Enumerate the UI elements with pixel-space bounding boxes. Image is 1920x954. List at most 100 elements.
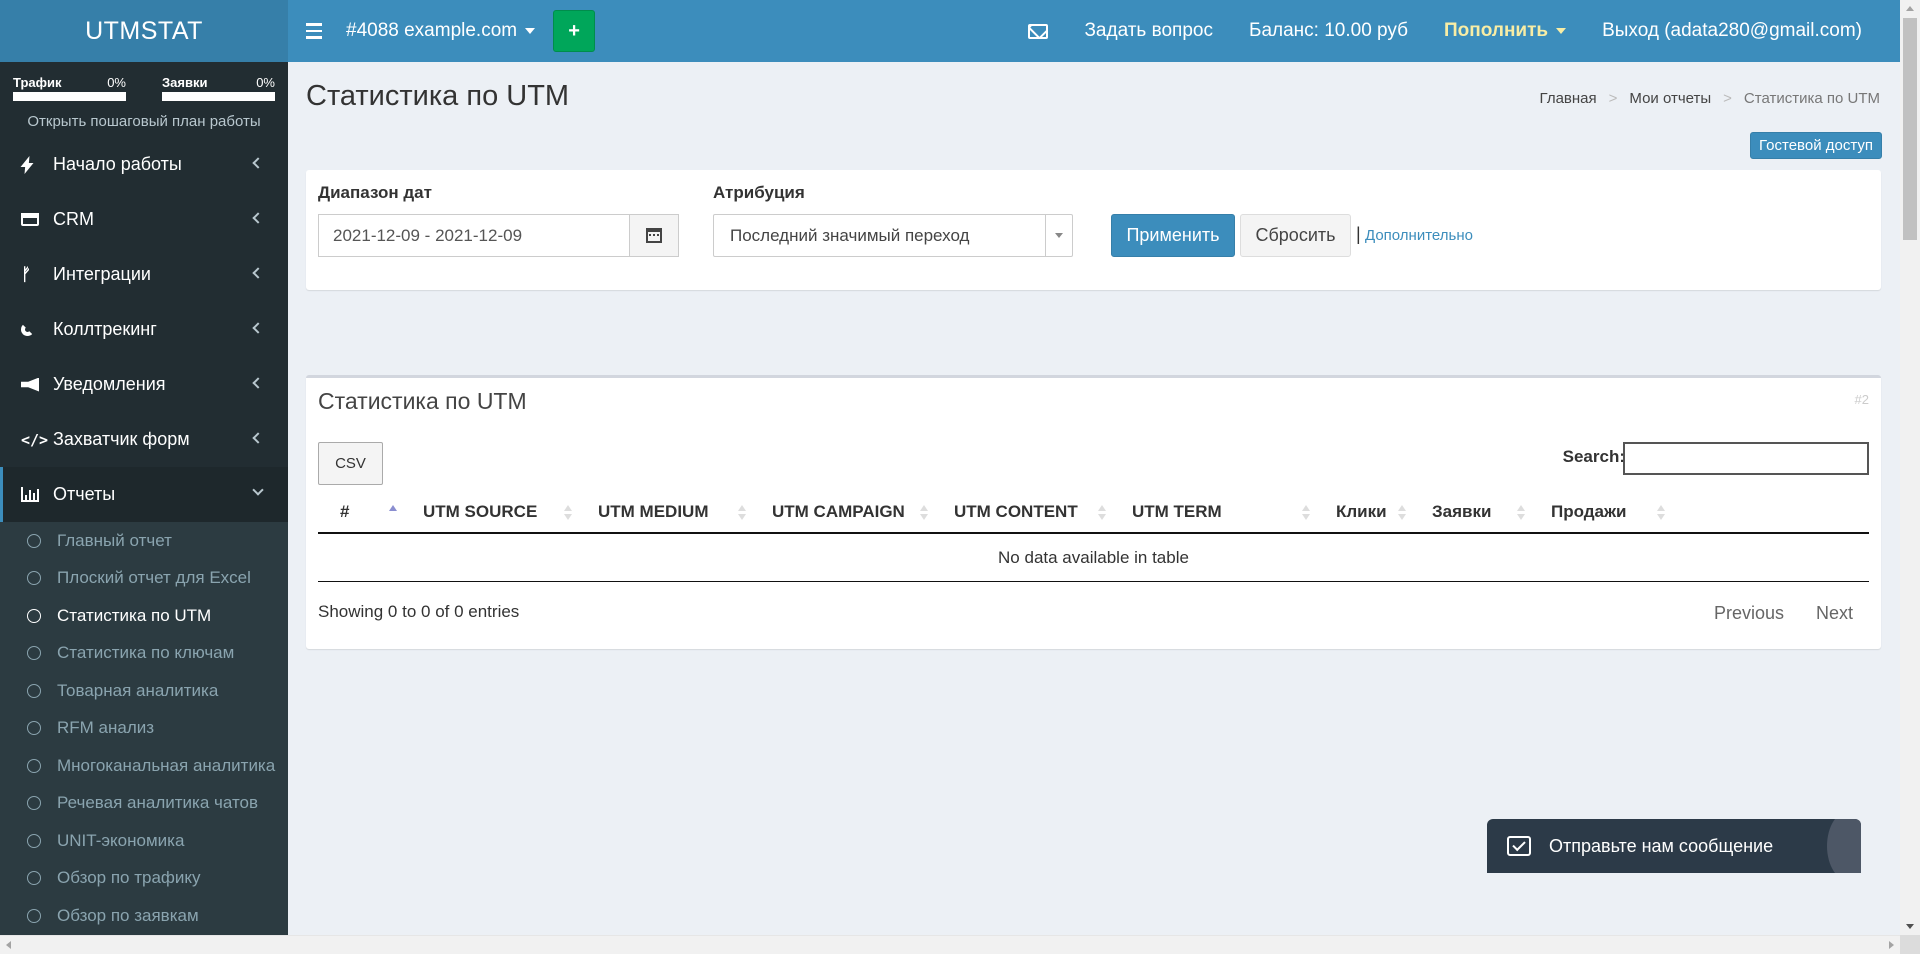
chevron-left-icon <box>252 157 264 169</box>
scroll-up-arrow-icon[interactable] <box>1906 6 1914 11</box>
circle-icon <box>27 758 41 773</box>
scroll-right-arrow-icon[interactable] <box>1889 941 1894 949</box>
reset-button[interactable]: Сбросить <box>1240 214 1351 257</box>
add-project-button[interactable]: + <box>553 10 596 52</box>
sort-icon <box>1517 505 1525 520</box>
progress-percent: 0% <box>107 75 126 90</box>
horizontal-scrollbar[interactable] <box>0 935 1900 954</box>
sort-icon <box>920 505 928 520</box>
caret-down-icon <box>525 28 536 34</box>
sidebar-item-reports[interactable]: Отчеты <box>0 467 288 522</box>
sidebar-item-label: CRM <box>53 209 94 229</box>
open-plan-link[interactable]: Открыть пошаговый план работы <box>0 113 288 133</box>
date-range-label: Диапазон дат <box>318 183 432 202</box>
previous-page-button[interactable]: Previous <box>1698 601 1800 626</box>
advanced-link[interactable]: Дополнительно <box>1365 227 1473 244</box>
breadcrumb-home[interactable]: Главная <box>1540 90 1597 107</box>
column-header-utm-content[interactable]: UTM CONTENT <box>932 491 1110 532</box>
attribution-select[interactable]: Последний значимый переход <box>713 214 1073 257</box>
breadcrumb-my-reports[interactable]: Мои отчеты <box>1629 90 1711 107</box>
circle-icon <box>27 796 41 811</box>
column-header-clicks[interactable]: Клики <box>1314 491 1410 532</box>
csv-export-button[interactable]: CSV <box>318 442 383 485</box>
submenu-item-label: RFM анализ <box>57 718 155 738</box>
logout-link[interactable]: Выход (adata280@gmail.com) <box>1584 0 1880 62</box>
column-header-number[interactable]: # <box>318 491 401 532</box>
calendar-button[interactable] <box>629 215 678 256</box>
column-header-sales[interactable]: Продажи <box>1529 491 1669 532</box>
submenu-item-keyword-stats[interactable]: Статистика по ключам <box>0 635 288 673</box>
sort-icon <box>1098 505 1106 520</box>
attribution-label: Атрибуция <box>713 183 805 202</box>
topup-dropdown[interactable]: Пополнить <box>1426 0 1584 62</box>
top-navbar: #4088 example.com + Задать вопрос Баланс… <box>288 0 1900 62</box>
sidebar-item-form-capture[interactable]: </> Захватчик форм <box>0 412 288 467</box>
project-selector[interactable]: #4088 example.com <box>346 20 536 42</box>
submenu-item-leads-overview[interactable]: Обзор по заявкам <box>0 897 288 935</box>
ask-question-link[interactable]: Задать вопрос <box>1066 0 1231 62</box>
submenu-item-unit-economics[interactable]: UNIT-экономика <box>0 822 288 860</box>
separator: | <box>1356 224 1361 244</box>
hamburger-menu-icon[interactable] <box>288 0 340 62</box>
vertical-scrollbar[interactable] <box>1900 0 1920 935</box>
guest-access-button[interactable]: Гостевой доступ <box>1750 132 1882 159</box>
date-range-value[interactable]: 2021-12-09 - 2021-12-09 <box>319 215 629 256</box>
next-page-button[interactable]: Next <box>1800 601 1869 626</box>
logo[interactable]: UTMSTAT <box>0 0 288 62</box>
chevron-left-icon <box>252 212 264 224</box>
balance-text: Баланс: 10.00 руб <box>1248 20 1408 41</box>
filter-box: Диапазон дат 2021-12-09 - 2021-12-09 Атр… <box>306 170 1881 290</box>
submenu-item-label: Многоканальная аналитика <box>57 755 276 775</box>
submenu-item-main-report[interactable]: Главный отчет <box>0 522 288 560</box>
box-title: Статистика по UTM <box>318 388 527 414</box>
column-label: # <box>340 501 350 521</box>
sidebar-item-integrations[interactable]: ᚠ Интеграции <box>0 247 288 302</box>
table-info: Showing 0 to 0 of 0 entries <box>318 602 520 621</box>
sidebar-item-getting-started[interactable]: Начало работы <box>0 137 288 192</box>
scroll-left-arrow-icon[interactable] <box>6 941 11 949</box>
submenu-item-label: Главный отчет <box>57 530 172 550</box>
chevron-left-icon <box>252 322 264 334</box>
box-number: #2 <box>1854 392 1869 407</box>
chat-widget[interactable]: Отправьте нам сообщение <box>1487 819 1861 873</box>
calendar-icon <box>646 228 662 243</box>
dropdown-arrow[interactable] <box>1045 215 1072 256</box>
caret-down-icon <box>1556 28 1567 34</box>
submenu-item-product-analytics[interactable]: Товарная аналитика <box>0 672 288 710</box>
apply-button[interactable]: Применить <box>1111 214 1235 257</box>
main-content: Статистика по UTM Главная > Мои отчеты >… <box>288 62 1900 935</box>
scrollbar-thumb[interactable] <box>1903 18 1917 240</box>
column-label: Клики <box>1336 501 1387 521</box>
submenu-item-multichannel[interactable]: Многоканальная аналитика <box>0 747 288 785</box>
chevron-down-icon <box>252 484 264 496</box>
reports-submenu: Главный отчет Плоский отчет для Excel Ст… <box>0 522 288 935</box>
submenu-item-traffic-overview[interactable]: Обзор по трафику <box>0 860 288 898</box>
circle-icon <box>27 908 41 923</box>
chevron-left-icon <box>252 377 264 389</box>
submenu-item-flat-report[interactable]: Плоский отчет для Excel <box>0 560 288 598</box>
sidebar-item-label: Начало работы <box>53 154 182 174</box>
submenu-item-label: Обзор по трафику <box>57 868 201 888</box>
messages-button[interactable] <box>1010 0 1066 62</box>
sidebar-item-label: Захватчик форм <box>53 429 190 449</box>
submenu-item-label: Статистика по ключам <box>57 643 235 663</box>
leads-progress: Заявки 0% <box>162 75 275 101</box>
column-label: UTM CAMPAIGN <box>772 501 905 521</box>
search-input[interactable] <box>1623 442 1869 475</box>
column-header-leads[interactable]: Заявки <box>1410 491 1529 532</box>
submenu-item-label: Товарная аналитика <box>57 680 219 700</box>
column-header-utm-medium[interactable]: UTM MEDIUM <box>576 491 750 532</box>
submenu-item-utm-stats[interactable]: Статистика по UTM <box>0 597 288 635</box>
sidebar-item-crm[interactable]: CRM <box>0 192 288 247</box>
submenu-item-rfm[interactable]: RFM анализ <box>0 710 288 748</box>
column-header-utm-campaign[interactable]: UTM CAMPAIGN <box>750 491 932 532</box>
column-header-utm-source[interactable]: UTM SOURCE <box>401 491 576 532</box>
submenu-item-chat-speech[interactable]: Речевая аналитика чатов <box>0 785 288 823</box>
column-label: UTM SOURCE <box>423 501 538 521</box>
circle-icon <box>27 683 41 698</box>
sidebar-item-notifications[interactable]: Уведомления <box>0 357 288 412</box>
date-range-input[interactable]: 2021-12-09 - 2021-12-09 <box>318 214 679 257</box>
sidebar-item-calltracking[interactable]: Коллтрекинг <box>0 302 288 357</box>
column-header-utm-term[interactable]: UTM TERM <box>1110 491 1314 532</box>
scroll-down-arrow-icon[interactable] <box>1906 924 1914 929</box>
